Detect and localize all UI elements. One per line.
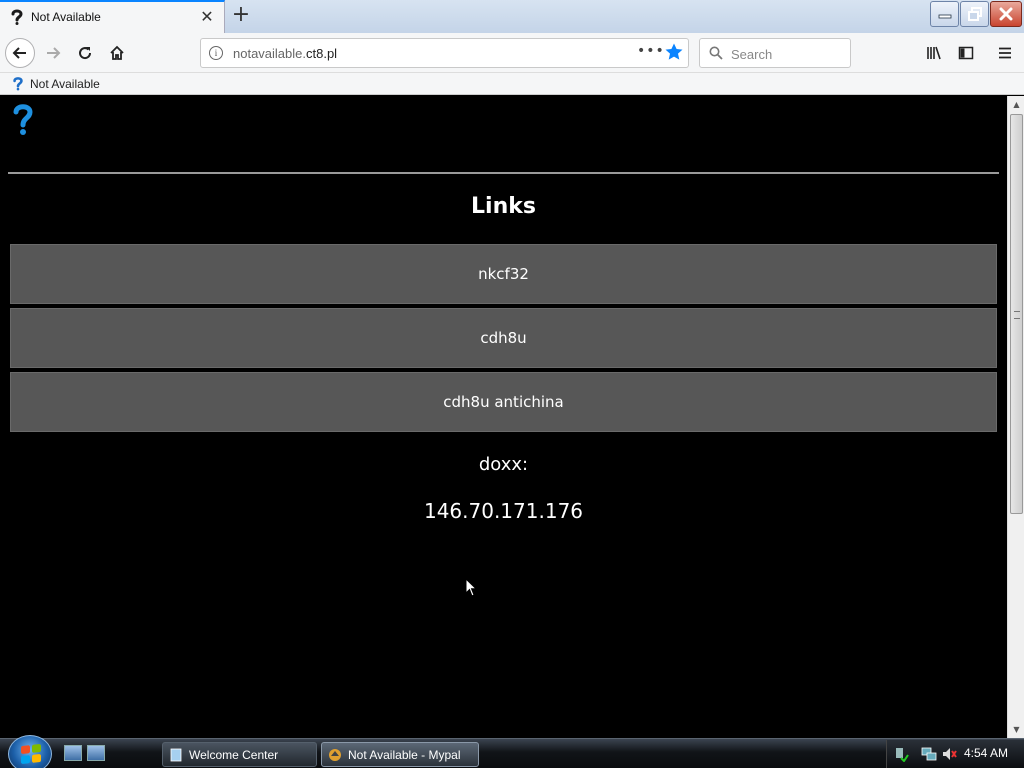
browser-window: Not Available ✕ + i notavailable.ct8.pl … <box>0 0 1024 768</box>
doxx-label: doxx: <box>478 454 529 475</box>
navigation-toolbar: i notavailable.ct8.pl ••• Search <box>0 33 1024 73</box>
scrollbar-grip-icon <box>1014 311 1020 319</box>
windows-taskbar: Welcome Center Not Available - Mypal 4:5… <box>0 735 1024 768</box>
taskbar-item-mypal[interactable]: Not Available - Mypal <box>321 742 479 767</box>
minimize-icon <box>938 14 951 19</box>
show-desktop-icon[interactable] <box>64 745 82 761</box>
mypal-browser-icon <box>329 748 341 761</box>
question-mark-logo-icon[interactable] <box>12 104 34 136</box>
start-button[interactable] <box>8 735 52 768</box>
question-mark-favicon-icon <box>11 9 23 25</box>
link-button-nkcf32[interactable]: nkcf32 <box>10 244 997 304</box>
url-prefix: notavailable. <box>233 46 306 61</box>
scroll-down-arrow-icon[interactable]: ▼ <box>1008 721 1024 738</box>
library-button[interactable] <box>920 39 948 67</box>
new-tab-button[interactable]: + <box>229 4 253 28</box>
volume-muted-icon[interactable] <box>941 746 957 762</box>
taskbar-item-label: Not Available - Mypal <box>348 747 461 762</box>
page-actions-menu-icon[interactable]: ••• <box>637 43 665 59</box>
taskbar-item-label: Welcome Center <box>189 747 279 762</box>
search-placeholder: Search <box>731 47 773 62</box>
horizontal-divider <box>8 172 999 174</box>
switch-windows-icon[interactable] <box>87 745 105 761</box>
back-button[interactable] <box>5 38 35 68</box>
tab-strip: Not Available ✕ + <box>0 0 1024 33</box>
sidebar-button[interactable] <box>952 39 980 67</box>
link-button-cdh8u[interactable]: cdh8u <box>10 308 997 368</box>
safely-remove-hardware-icon[interactable] <box>893 746 909 762</box>
address-bar[interactable]: i notavailable.ct8.pl ••• <box>200 38 689 68</box>
tab-close-icon[interactable]: ✕ <box>198 7 216 27</box>
restore-icon <box>967 7 982 21</box>
system-tray: 4:54 AM <box>886 740 1024 768</box>
link-button-cdh8u-antichina[interactable]: cdh8u antichina <box>10 372 997 432</box>
bookmark-not-available[interactable]: Not Available <box>12 76 100 91</box>
question-mark-favicon-icon <box>13 77 23 91</box>
forward-button[interactable] <box>39 39 67 67</box>
forward-arrow-icon <box>47 47 61 59</box>
taskbar-item-welcome-center[interactable]: Welcome Center <box>162 742 317 767</box>
taskbar-clock: 4:54 AM <box>964 746 1009 760</box>
url-text[interactable]: notavailable.ct8.pl <box>233 46 337 61</box>
scroll-up-arrow-icon[interactable]: ▲ <box>1008 96 1024 113</box>
mouse-cursor-icon <box>465 578 477 597</box>
vertical-scrollbar[interactable]: ▲ ▼ <box>1007 96 1024 738</box>
close-window-button[interactable] <box>990 1 1022 27</box>
library-icon <box>927 46 941 60</box>
close-icon <box>999 7 1013 21</box>
search-input[interactable]: Search <box>699 38 851 68</box>
restore-button[interactable] <box>960 1 989 27</box>
windows-logo-icon <box>21 743 41 765</box>
bookmarks-toolbar: Not Available <box>0 73 1024 95</box>
scrollbar-thumb[interactable] <box>1010 114 1023 514</box>
web-page-content: Links nkcf32 cdh8u cdh8u antichina doxx:… <box>0 96 1007 738</box>
network-icon[interactable] <box>921 746 937 762</box>
hamburger-menu-icon <box>999 47 1011 59</box>
welcome-center-icon <box>170 748 182 761</box>
site-info-icon[interactable]: i <box>209 46 223 60</box>
search-icon <box>709 46 723 60</box>
minimize-button[interactable] <box>930 1 959 27</box>
page-heading: Links <box>471 194 536 219</box>
reload-button[interactable] <box>71 39 99 67</box>
sidebar-icon <box>958 46 974 60</box>
url-domain: ct8.pl <box>306 46 338 61</box>
tab-not-available[interactable]: Not Available ✕ <box>0 0 225 33</box>
home-icon <box>110 45 124 60</box>
bookmark-star-icon[interactable] <box>664 42 684 62</box>
back-arrow-icon <box>12 47 26 59</box>
doxx-ip-address: 146.70.171.176 <box>423 499 584 523</box>
home-button[interactable] <box>103 39 131 67</box>
bookmark-label: Not Available <box>30 76 100 91</box>
menu-button[interactable] <box>991 39 1019 67</box>
tab-title: Not Available <box>31 10 101 24</box>
window-controls <box>929 1 1022 29</box>
reload-icon <box>79 47 92 60</box>
